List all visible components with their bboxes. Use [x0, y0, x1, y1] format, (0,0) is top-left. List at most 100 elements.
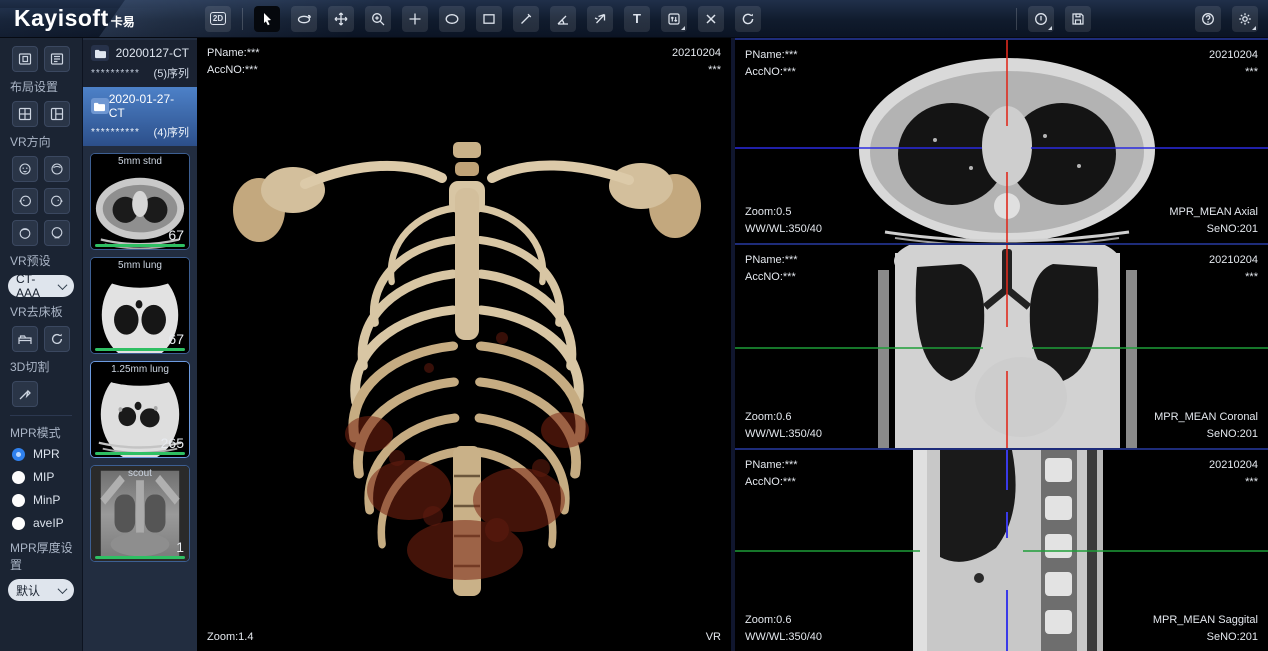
head-left-icon: [17, 193, 33, 209]
series-thumbnail-125mm-lung[interactable]: 1.25mm lung 265: [90, 361, 190, 458]
mpr-mode-radio-minp[interactable]: MinP: [12, 493, 74, 507]
rotate-3d-button[interactable]: [291, 6, 317, 32]
radio-icon: [12, 471, 25, 484]
study-item-2-selected[interactable]: 2020-01-27-CT ********** (4)序列: [83, 87, 197, 146]
ellipse-icon: [444, 11, 460, 27]
measure-line-button[interactable]: [513, 6, 539, 32]
mpr-thickness-value: 默认: [16, 582, 40, 599]
vr-orientation-right-button[interactable]: [44, 188, 70, 214]
layout-split-icon: [49, 106, 65, 122]
mpr-thickness-select[interactable]: 默认: [8, 579, 74, 601]
cursor-tool-button[interactable]: [254, 6, 280, 32]
bed-reset-button[interactable]: [44, 326, 70, 352]
window-level-icon: [666, 11, 682, 27]
vr-orientation-posterior-button[interactable]: [44, 156, 70, 182]
pencil-icon: [518, 11, 534, 27]
window-level-button[interactable]: [661, 6, 687, 32]
text-annotation-button[interactable]: T: [624, 6, 650, 32]
reset-icon: [49, 331, 65, 347]
save-button[interactable]: [1065, 6, 1091, 32]
study-item-1[interactable]: 20200127-CT ********** (5)序列: [83, 40, 197, 87]
section-label-vr-direction: VR方向: [10, 133, 74, 150]
thumbnail-progress-bar: [95, 452, 185, 455]
radio-icon: [12, 517, 25, 530]
series-thumbnail-scout[interactable]: scout 1: [90, 465, 190, 562]
info-button[interactable]: [1028, 6, 1054, 32]
rectangle-roi-button[interactable]: [476, 6, 502, 32]
close-icon: [703, 11, 719, 27]
toolbar-separator: [242, 8, 243, 30]
reset-icon: [740, 11, 756, 27]
chevron-down-icon: [58, 584, 68, 594]
info-icon: [1033, 11, 1049, 27]
cursor-icon: [259, 11, 275, 27]
save-icon: [1070, 11, 1086, 27]
cobb-angle-button[interactable]: [587, 6, 613, 32]
logo-cn-text: 卡易: [111, 13, 135, 30]
thumbnail-progress-bar: [95, 556, 185, 559]
mpr-axial-panel[interactable]: PName:*** AccNO:*** 20210204 *** Zoom:0.…: [735, 38, 1268, 243]
angle-tool-button[interactable]: [550, 6, 576, 32]
bed-icon: [17, 331, 33, 347]
remove-bed-button[interactable]: [12, 326, 38, 352]
settings-button[interactable]: [1232, 6, 1258, 32]
section-label-vr-bed: VR去床板: [10, 303, 74, 320]
vr-preset-value: CT-AAA: [16, 272, 59, 300]
scalpel-button[interactable]: [12, 381, 38, 407]
vr-3d-viewport[interactable]: PName:*** AccNO:*** 20210204 *** Zoom:1.…: [197, 38, 731, 651]
zoom-tool-button[interactable]: [365, 6, 391, 32]
toolbar-separator: [1016, 8, 1017, 30]
xray-thumbnail-image: [91, 466, 189, 561]
delete-annotation-button[interactable]: [698, 6, 724, 32]
mpr-column: PName:*** AccNO:*** 20210204 *** Zoom:0.…: [735, 38, 1268, 651]
cobb-angle-icon: [592, 11, 608, 27]
mpr-mode-radio-aveip[interactable]: aveIP: [12, 516, 74, 530]
series-count: (4)序列: [154, 124, 189, 140]
toolbar-left-group: 2D T: [205, 6, 761, 32]
crosshair-tool-button[interactable]: [402, 6, 428, 32]
layout-single-button[interactable]: [12, 46, 38, 72]
help-icon: [1200, 11, 1216, 27]
head-superior-icon: [17, 225, 33, 241]
patient-masked: **********: [91, 68, 140, 79]
move-icon: [333, 11, 349, 27]
vr-preset-select[interactable]: CT-AAA: [8, 275, 74, 297]
layout-grid4-icon: [17, 106, 33, 122]
patient-masked: **********: [91, 127, 140, 138]
sidebar-divider: [10, 415, 72, 416]
thumbnail-label: scout: [91, 468, 189, 479]
series-thumbnail-5mm-lung[interactable]: 5mm lung 67: [90, 257, 190, 354]
mpr-sagittal-panel[interactable]: PName:*** AccNO:*** 20210204 *** Zoom:0.…: [735, 448, 1268, 651]
vr-orientation-inferior-button[interactable]: [44, 220, 70, 246]
mode-2d-button[interactable]: 2D: [205, 6, 231, 32]
logo-text: Kayisoft: [14, 5, 109, 32]
thumbnail-progress-bar: [95, 348, 185, 351]
series-thumbnail-5mm-stnd[interactable]: 5mm stnd 67: [90, 153, 190, 250]
mpr-mode-radio-mip[interactable]: MIP: [12, 470, 74, 484]
thumbnail-image-count: 1: [176, 539, 184, 555]
pan-tool-button[interactable]: [328, 6, 354, 32]
ellipse-roi-button[interactable]: [439, 6, 465, 32]
help-button[interactable]: [1195, 6, 1221, 32]
mpr-coronal-panel[interactable]: PName:*** AccNO:*** 20210204 *** Zoom:0.…: [735, 243, 1268, 448]
layout-report-button[interactable]: [44, 46, 70, 72]
gear-icon: [1237, 11, 1253, 27]
layout-split-button[interactable]: [44, 101, 70, 127]
thumbnail-label: 1.25mm lung: [91, 364, 189, 375]
layout-grid4-button[interactable]: [12, 101, 38, 127]
crosshair-icon: [407, 11, 423, 27]
vr-orientation-anterior-button[interactable]: [12, 156, 38, 182]
angle-icon: [555, 11, 571, 27]
vr-orientation-superior-button[interactable]: [12, 220, 38, 246]
thumbnail-progress-bar: [95, 244, 185, 247]
text-tool-icon: T: [633, 11, 641, 26]
folder-icon: [91, 45, 109, 61]
coronal-ct-image: [735, 245, 1268, 448]
thumbnail-image-count: 67: [168, 227, 184, 243]
study-title: 20200127-CT: [116, 46, 189, 60]
series-panel: 20200127-CT ********** (5)序列 2020-01-27-…: [83, 38, 197, 651]
mpr-mode-radio-mpr[interactable]: MPR: [12, 447, 74, 461]
vr-orientation-left-button[interactable]: [12, 188, 38, 214]
section-label-layout: 布局设置: [10, 78, 74, 95]
reset-view-button[interactable]: [735, 6, 761, 32]
